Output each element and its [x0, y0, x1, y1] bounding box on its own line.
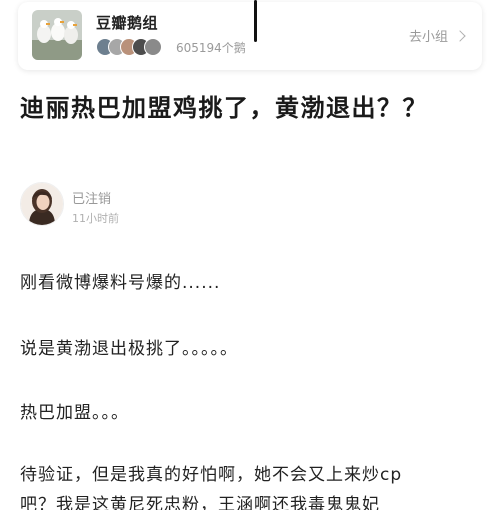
geese-photo-icon	[32, 10, 82, 60]
post-time: 11小时前	[72, 212, 119, 225]
post-page: 豆瓣鹅组 605194个鹅 去小组 迪丽热巴加盟鸡挑了，黄渤退出？？ 已注销 1…	[0, 0, 500, 510]
chevron-right-icon	[454, 29, 466, 42]
group-thumbnail[interactable]	[32, 10, 82, 60]
post-paragraph: 说是黄渤退出极挑了。。。。。	[20, 339, 238, 359]
author-avatar[interactable]	[20, 182, 64, 226]
post-paragraph: 刚看微博爆料号爆的......	[20, 273, 221, 293]
group-card[interactable]: 豆瓣鹅组 605194个鹅 去小组	[18, 2, 482, 70]
post-paragraph: 待验证，但是我真的好怕啊，她不会又上来炒cp 吧？我是这黄尼死忠粉，王涵啊还我毒…	[20, 460, 480, 510]
member-avatars	[96, 38, 162, 56]
annotation-stroke	[254, 0, 257, 42]
member-count: 605194个鹅	[176, 41, 246, 55]
post-paragraph-line: 待验证，但是我真的好怕啊，她不会又上来炒cp	[20, 465, 403, 485]
group-name[interactable]: 豆瓣鹅组	[96, 12, 158, 33]
post-paragraph: 热巴加盟。。。	[20, 403, 129, 423]
enter-group-link[interactable]: 去小组	[408, 26, 466, 45]
author-name[interactable]: 已注销	[72, 188, 111, 207]
user-avatar-icon	[21, 183, 63, 225]
post-paragraph-line: 吧？我是这黄尼死忠粉，王涵啊还我毒鬼鬼妃	[20, 495, 380, 510]
member-avatar	[144, 38, 162, 56]
post-title: 迪丽热巴加盟鸡挑了，黄渤退出？？	[20, 94, 428, 122]
enter-group-label: 去小组	[408, 30, 448, 45]
